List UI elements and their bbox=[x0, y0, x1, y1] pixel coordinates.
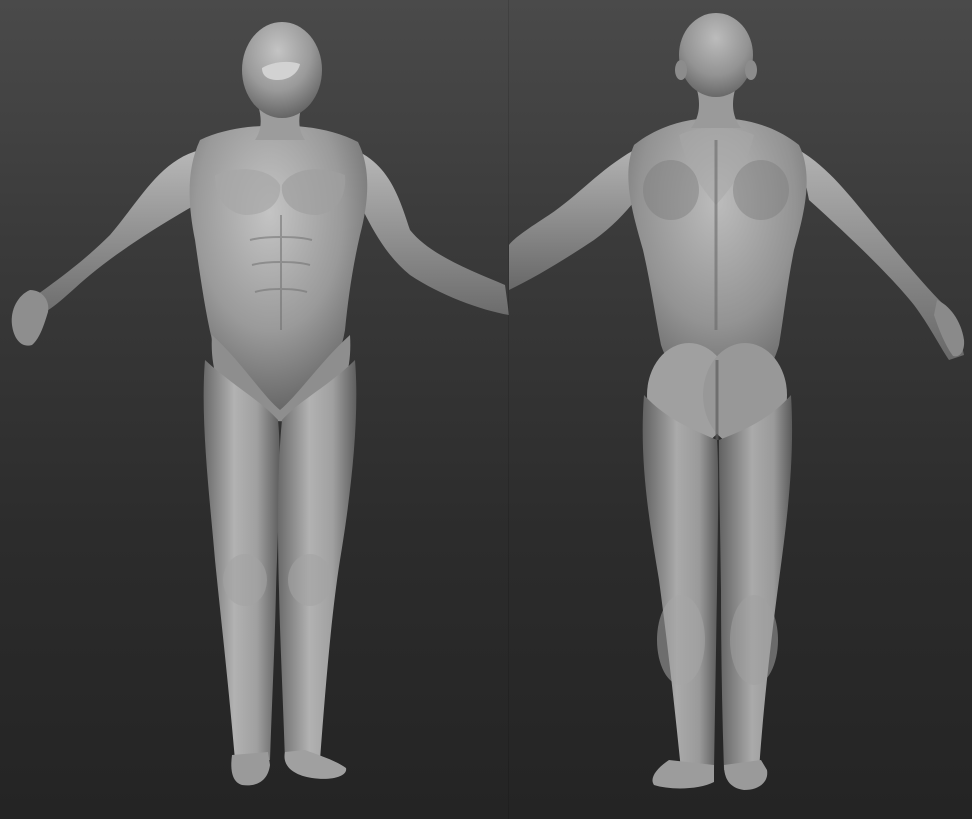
sculpt-viewport bbox=[0, 0, 972, 819]
right-foot bbox=[284, 750, 347, 779]
left-foot bbox=[231, 752, 270, 786]
left-hand bbox=[11, 290, 49, 346]
left-knee bbox=[223, 554, 267, 606]
right-calf bbox=[730, 595, 778, 685]
left-foot bbox=[652, 760, 714, 789]
left-arm bbox=[509, 150, 649, 290]
head bbox=[679, 13, 753, 97]
view-divider bbox=[508, 0, 509, 819]
left-ear bbox=[675, 60, 687, 80]
right-shoulder-blade bbox=[733, 160, 789, 220]
left-leg bbox=[642, 395, 719, 770]
left-arm bbox=[25, 150, 200, 316]
front-view-panel bbox=[0, 0, 509, 819]
right-leg bbox=[719, 395, 793, 770]
right-knee bbox=[288, 554, 332, 606]
left-calf bbox=[657, 595, 705, 685]
left-shoulder-blade bbox=[643, 160, 699, 220]
right-ear bbox=[745, 60, 757, 80]
right-foot bbox=[724, 760, 768, 790]
right-arm bbox=[355, 150, 509, 315]
front-view-figure bbox=[11, 22, 509, 786]
back-view-panel bbox=[509, 0, 972, 819]
back-view-figure bbox=[509, 13, 965, 790]
